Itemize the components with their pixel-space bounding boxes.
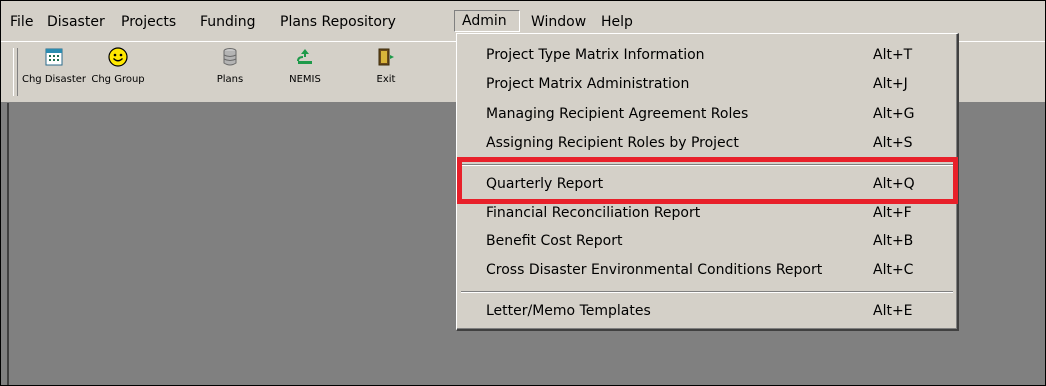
menu-item-shortcut: Alt+F	[873, 205, 912, 221]
smiley-icon	[107, 46, 129, 68]
menu-separator	[461, 291, 953, 293]
menu-item-shortcut: Alt+T	[873, 47, 913, 63]
chg-group-label: Chg Group	[91, 74, 145, 85]
menu-item-shortcut: Alt+S	[873, 135, 913, 151]
plans-label: Plans	[216, 74, 244, 85]
exit-door-icon	[375, 46, 397, 68]
chg-disaster-button[interactable]: Chg Disaster	[19, 46, 89, 98]
menu-admin[interactable]: Admin	[454, 10, 520, 32]
menu-item-managing-recipient-roles[interactable]: Managing Recipient Agreement Roles Alt+G	[457, 102, 955, 128]
workspace-edge	[7, 103, 9, 385]
menu-help[interactable]: Help	[601, 11, 633, 33]
menu-item-cross-disaster-report[interactable]: Cross Disaster Environmental Conditions …	[457, 258, 955, 284]
menu-file[interactable]: File	[10, 11, 33, 33]
menu-item-label: Cross Disaster Environmental Conditions …	[486, 262, 823, 278]
menu-item-project-type-matrix[interactable]: Project Type Matrix Information Alt+T	[457, 43, 955, 69]
exit-label: Exit	[376, 74, 396, 85]
menu-item-letter-memo-templates[interactable]: Letter/Memo Templates Alt+E	[457, 299, 955, 325]
menu-item-quarterly-report[interactable]: Quarterly Report Alt+Q	[457, 172, 955, 198]
menu-item-shortcut: Alt+G	[873, 106, 915, 122]
menu-item-label: Project Type Matrix Information	[486, 47, 705, 63]
nemis-button[interactable]: NEMIS	[275, 46, 335, 98]
menu-item-benefit-cost-report[interactable]: Benefit Cost Report Alt+B	[457, 229, 955, 255]
nemis-label: NEMIS	[289, 74, 321, 85]
menu-item-label: Quarterly Report	[486, 176, 604, 192]
menu-item-shortcut: Alt+B	[873, 233, 914, 249]
calendar-icon	[43, 46, 65, 68]
menu-item-label: Financial Reconciliation Report	[486, 205, 701, 221]
exit-button[interactable]: Exit	[361, 46, 411, 98]
menu-window[interactable]: Window	[531, 11, 586, 33]
recycle-icon	[294, 46, 316, 68]
menu-item-financial-reconciliation[interactable]: Financial Reconciliation Report Alt+F	[457, 201, 955, 227]
database-icon	[219, 46, 241, 68]
menu-disaster[interactable]: Disaster	[47, 11, 105, 33]
menu-item-shortcut: Alt+E	[873, 303, 913, 319]
application-window: File Disaster Projects Funding Plans Rep…	[0, 0, 1046, 386]
menu-item-label: Letter/Memo Templates	[486, 303, 651, 319]
toolbar-grip[interactable]	[13, 48, 18, 96]
menu-item-label: Benefit Cost Report	[486, 233, 623, 249]
menu-item-assigning-recipient-roles[interactable]: Assigning Recipient Roles by Project Alt…	[457, 131, 955, 157]
menu-item-shortcut: Alt+Q	[873, 176, 915, 192]
menu-item-project-matrix-admin[interactable]: Project Matrix Administration Alt+J	[457, 72, 955, 98]
menu-item-label: Assigning Recipient Roles by Project	[486, 135, 739, 151]
admin-dropdown-menu: Project Type Matrix Information Alt+T Pr…	[456, 33, 959, 331]
menu-separator	[461, 164, 953, 166]
menu-plans-repository[interactable]: Plans Repository	[280, 11, 396, 33]
plans-button[interactable]: Plans	[205, 46, 255, 98]
menu-item-label: Managing Recipient Agreement Roles	[486, 106, 749, 122]
menu-projects[interactable]: Projects	[121, 11, 176, 33]
chg-disaster-label: Chg Disaster	[21, 74, 87, 85]
menu-item-label: Project Matrix Administration	[486, 76, 690, 92]
menu-item-shortcut: Alt+C	[873, 262, 914, 278]
menu-item-shortcut: Alt+J	[873, 76, 908, 92]
menu-funding[interactable]: Funding	[200, 11, 256, 33]
chg-group-button[interactable]: Chg Group	[87, 46, 149, 98]
